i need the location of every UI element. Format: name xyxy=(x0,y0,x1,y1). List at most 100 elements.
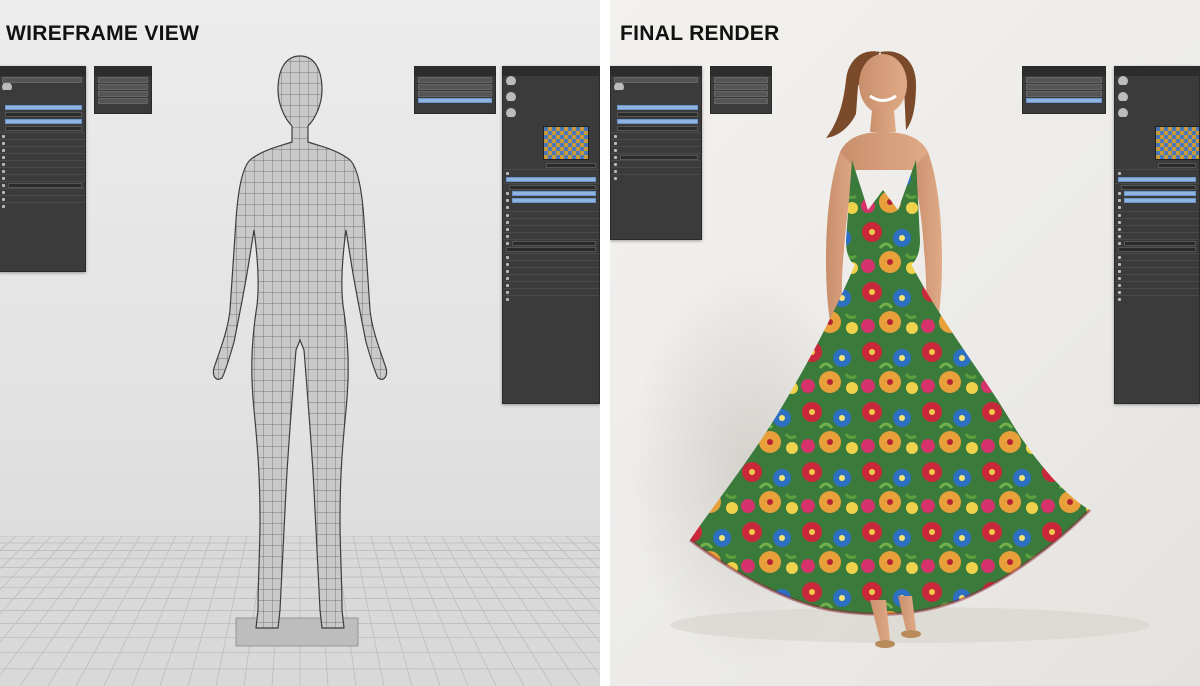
menu-button[interactable] xyxy=(98,90,148,97)
texture-swatch[interactable] xyxy=(1155,126,1199,160)
material-panel-left[interactable] xyxy=(502,66,600,404)
list-item[interactable] xyxy=(0,188,85,195)
value-field[interactable] xyxy=(512,240,596,246)
value-field[interactable] xyxy=(512,198,596,203)
menu-item[interactable] xyxy=(1023,76,1105,83)
list-item[interactable] xyxy=(1115,281,1199,288)
list-item[interactable] xyxy=(0,167,85,174)
list-item[interactable] xyxy=(1115,295,1199,302)
list-item[interactable] xyxy=(1115,218,1199,225)
menu-button[interactable] xyxy=(714,97,768,104)
list-item[interactable] xyxy=(503,253,599,260)
menu-item[interactable] xyxy=(1023,97,1105,104)
tool-icon[interactable] xyxy=(506,76,516,85)
menu-item[interactable] xyxy=(95,90,151,97)
menu-button[interactable] xyxy=(714,90,768,97)
menu-button[interactable] xyxy=(1026,76,1102,83)
value-field[interactable] xyxy=(512,191,596,196)
menu-button[interactable] xyxy=(1026,90,1102,97)
list-item[interactable] xyxy=(1115,225,1199,232)
list-item[interactable] xyxy=(503,246,599,253)
menu-item[interactable] xyxy=(95,83,151,90)
list-item[interactable] xyxy=(503,239,599,246)
menu-button[interactable] xyxy=(714,76,768,83)
wireframe-viewport[interactable]: WIREFRAME VIEW xyxy=(0,0,600,686)
list-item[interactable] xyxy=(503,190,599,197)
tool-icon[interactable] xyxy=(506,92,516,101)
list-item[interactable] xyxy=(1115,197,1199,204)
value-field[interactable] xyxy=(1121,184,1196,190)
value-field[interactable] xyxy=(1118,177,1196,182)
list-item[interactable] xyxy=(503,225,599,232)
properties-panel-left[interactable] xyxy=(0,66,86,272)
list-item[interactable] xyxy=(1115,246,1199,253)
list-item[interactable] xyxy=(0,174,85,181)
list-item[interactable] xyxy=(503,169,599,176)
list-item[interactable] xyxy=(1115,176,1199,183)
value-field[interactable] xyxy=(506,177,596,182)
value-field[interactable] xyxy=(1124,198,1196,203)
menu-item[interactable] xyxy=(95,97,151,104)
list-item[interactable] xyxy=(0,146,85,153)
list-item[interactable] xyxy=(1115,183,1199,190)
list-item[interactable] xyxy=(1115,169,1199,176)
menu-button[interactable] xyxy=(418,76,492,83)
menu-item[interactable] xyxy=(1023,83,1105,90)
list-item[interactable] xyxy=(503,288,599,295)
menu-button[interactable] xyxy=(418,83,492,90)
menu-item[interactable] xyxy=(95,76,151,83)
value-field[interactable] xyxy=(617,119,698,124)
list-item[interactable] xyxy=(503,218,599,225)
value-field[interactable] xyxy=(617,126,698,131)
list-item[interactable] xyxy=(503,295,599,302)
tool-menu-right[interactable] xyxy=(710,66,772,114)
value-field[interactable] xyxy=(418,98,492,103)
list-item[interactable] xyxy=(611,174,701,181)
list-item[interactable] xyxy=(611,167,701,174)
list-item[interactable] xyxy=(1115,260,1199,267)
list-item[interactable] xyxy=(0,181,85,188)
list-item[interactable] xyxy=(503,274,599,281)
value-field[interactable] xyxy=(1026,98,1102,103)
menu-item[interactable] xyxy=(415,83,495,90)
menu-button[interactable] xyxy=(1026,83,1102,90)
list-item[interactable] xyxy=(611,146,701,153)
list-item[interactable] xyxy=(611,132,701,139)
value-field[interactable] xyxy=(1124,191,1196,196)
list-item[interactable] xyxy=(503,183,599,190)
list-item[interactable] xyxy=(503,197,599,204)
menu-button[interactable] xyxy=(418,90,492,97)
list-item[interactable] xyxy=(1115,232,1199,239)
menu-item[interactable] xyxy=(711,83,771,90)
list-item[interactable] xyxy=(0,153,85,160)
panel-button[interactable] xyxy=(2,76,82,83)
list-item[interactable] xyxy=(0,139,85,146)
value-field[interactable] xyxy=(5,119,82,124)
render-menu-right[interactable] xyxy=(1022,66,1106,114)
list-item[interactable] xyxy=(503,204,599,211)
list-item[interactable] xyxy=(1115,204,1199,211)
value-field[interactable] xyxy=(617,112,698,117)
menu-item[interactable] xyxy=(415,90,495,97)
list-item[interactable] xyxy=(1115,239,1199,246)
material-panel-right[interactable] xyxy=(1114,66,1200,404)
tool-icon[interactable] xyxy=(2,83,12,90)
tool-icon[interactable] xyxy=(506,108,516,117)
value-field[interactable] xyxy=(620,154,698,160)
list-item[interactable] xyxy=(0,160,85,167)
list-item[interactable] xyxy=(0,202,85,209)
list-item[interactable] xyxy=(503,260,599,267)
tool-icon[interactable] xyxy=(1118,108,1128,117)
list-item[interactable] xyxy=(503,176,599,183)
menu-button[interactable] xyxy=(98,97,148,104)
list-item[interactable] xyxy=(1115,267,1199,274)
texture-swatch[interactable] xyxy=(543,126,589,160)
list-item[interactable] xyxy=(1115,190,1199,197)
list-item[interactable] xyxy=(1115,253,1199,260)
value-field[interactable] xyxy=(617,105,698,110)
tool-menu[interactable] xyxy=(94,66,152,114)
list-item[interactable] xyxy=(611,160,701,167)
menu-item[interactable] xyxy=(1023,90,1105,97)
list-item[interactable] xyxy=(611,153,701,160)
value-field[interactable] xyxy=(5,126,82,131)
